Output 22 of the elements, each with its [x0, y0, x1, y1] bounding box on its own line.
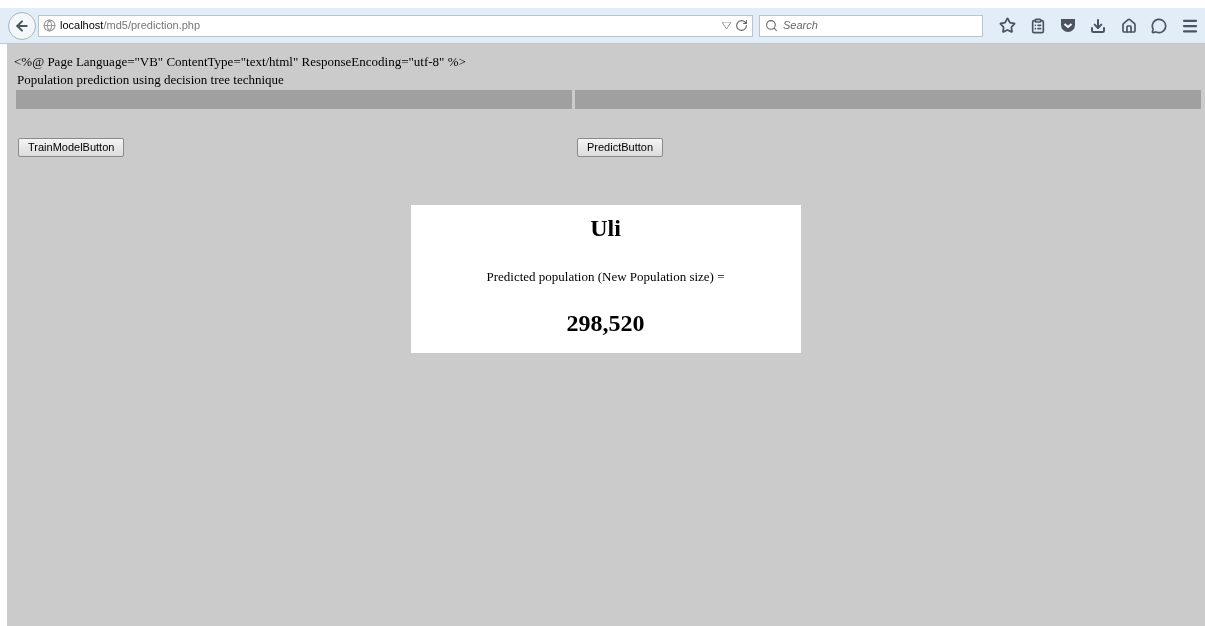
- form-button[interactable]: PredictButton: [577, 137, 664, 157]
- globe-icon: [43, 19, 56, 32]
- reading-list-icon[interactable]: [1030, 17, 1047, 34]
- address-field[interactable]: localhost/md5/prediction.php: [38, 14, 753, 37]
- bookmark-star-icon[interactable]: [999, 17, 1016, 34]
- form-button[interactable]: TrainModelButton: [18, 137, 125, 157]
- page-heading: Population prediction using decision tree technique: [16, 71, 285, 89]
- search-icon: [765, 19, 778, 32]
- download-icon[interactable]: [1090, 17, 1107, 34]
- url-text: localhost/md5/prediction.php: [60, 18, 201, 34]
- home-icon[interactable]: [1120, 17, 1137, 34]
- search-field[interactable]: Search: [759, 14, 983, 37]
- chat-icon[interactable]: [1150, 17, 1167, 34]
- search-placeholder: Search: [783, 18, 818, 34]
- directive-text: <%@ Page Language="VB" ContentType="text/html" ResponseEncoding="utf-8" %>: [14, 53, 467, 71]
- result-value: 298,520: [566, 308, 645, 338]
- back-button[interactable]: [8, 11, 36, 40]
- pocket-icon[interactable]: [1060, 18, 1077, 33]
- result-title: Uli: [590, 214, 621, 243]
- result-label: Predicted population (New Population size) =: [486, 268, 725, 286]
- dropdown-icon[interactable]: [722, 22, 731, 29]
- reload-icon[interactable]: [735, 19, 748, 32]
